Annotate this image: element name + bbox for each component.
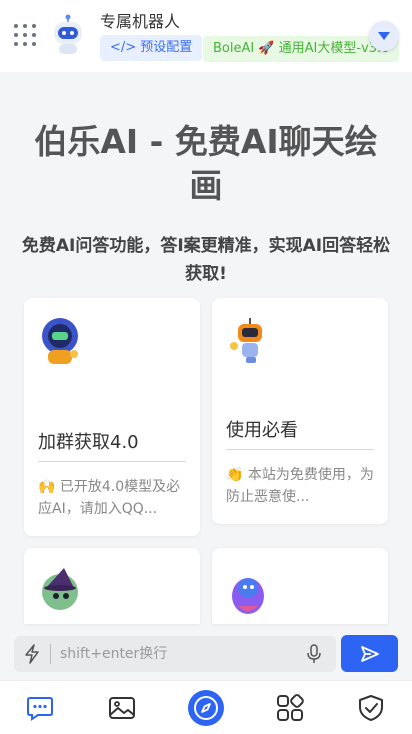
card-title: 使用必看	[226, 420, 298, 441]
genie-character-icon	[232, 578, 264, 614]
lightning-icon[interactable]	[24, 644, 40, 664]
chat-input-bar	[14, 636, 336, 672]
input-divider	[50, 644, 51, 664]
chat-input[interactable]	[60, 636, 300, 672]
nav-chat[interactable]	[10, 681, 70, 734]
apps-grid-icon	[277, 694, 304, 721]
card-usage-guide[interactable]: 使用必看 👏 本站为免费使用，为防止恶意使...	[212, 298, 388, 524]
shield-check-icon	[359, 695, 383, 721]
card-join-group[interactable]: 加群获取4.0 🙌 已开放4.0模型及必应AI，请加入QQ...	[24, 298, 200, 536]
robot-avatar-icon	[54, 14, 82, 54]
nav-discover[interactable]	[176, 681, 236, 734]
wizard-character-icon	[42, 568, 78, 610]
send-icon	[360, 645, 379, 662]
nav-image[interactable]	[92, 681, 152, 734]
microphone-icon[interactable]	[306, 644, 322, 664]
nav-apps[interactable]	[260, 681, 320, 734]
divider	[38, 461, 186, 462]
image-icon	[109, 697, 135, 719]
send-button[interactable]	[341, 635, 398, 672]
bot-name: 专属机器人	[100, 12, 181, 31]
preset-config-button[interactable]: </> 预设配置	[100, 35, 203, 61]
grid-menu-icon[interactable]	[14, 24, 36, 46]
card-description: 🙌 已开放4.0模型及必应AI，请加入QQ...	[38, 479, 181, 517]
triangle-down-icon	[378, 32, 390, 40]
card-title: 加群获取4.0	[38, 432, 139, 453]
chat-bubble-icon	[27, 697, 53, 721]
nav-security[interactable]	[341, 681, 401, 734]
page-title: 伯乐AI - 免费AI聊天绘画	[34, 122, 378, 205]
card-item[interactable]	[212, 548, 388, 624]
bottom-nav	[0, 680, 412, 734]
robot-character-icon	[230, 318, 262, 363]
compass-icon	[188, 690, 224, 726]
card-item[interactable]	[24, 548, 200, 624]
top-header: 专属机器人 </> 预设配置 BoleAI 🚀 通用AI大模型-v3.0	[0, 0, 412, 72]
robot-character-icon	[42, 318, 78, 364]
divider	[226, 449, 374, 450]
card-description: 👏 本站为免费使用，为防止恶意使...	[226, 467, 374, 505]
page-subtitle: 免费AI问答功能，答I案更精准，实现AI回答轻松获取!	[21, 236, 391, 284]
collapse-button[interactable]	[369, 21, 399, 51]
